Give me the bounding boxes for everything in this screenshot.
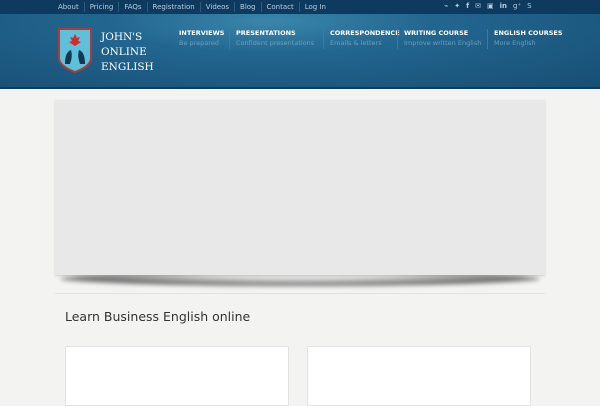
- nav-title: INTERVIEWS: [179, 29, 225, 37]
- link-blog[interactable]: Blog: [234, 2, 260, 12]
- skype-icon[interactable]: S: [527, 2, 531, 10]
- youtube-icon[interactable]: ▣: [487, 2, 494, 10]
- linkedin-icon[interactable]: in: [500, 2, 507, 10]
- nav-interviews[interactable]: INTERVIEWS Be prepared: [173, 29, 224, 49]
- twitter-icon[interactable]: ✦: [454, 2, 460, 10]
- social-links: ⌁ ✦ f ✉ ▣ in g⁺ S: [444, 2, 532, 10]
- section-title: Learn Business English online: [65, 309, 251, 324]
- link-login[interactable]: Log In: [298, 2, 331, 12]
- email-icon[interactable]: ✉: [475, 2, 481, 10]
- logo-line-1: JOHN'S: [101, 31, 143, 43]
- nav-subtitle: More English: [494, 39, 536, 47]
- nav-subtitle: Emails & letters: [330, 39, 382, 47]
- feature-card[interactable]: [65, 346, 289, 406]
- top-links: About Pricing FAQs Registration Videos B…: [58, 2, 331, 12]
- nav-title: CORRESPONDENCE: [330, 29, 400, 37]
- facebook-icon[interactable]: f: [466, 2, 469, 10]
- nav-title: PRESENTATIONS: [236, 29, 296, 37]
- logo-shield-icon[interactable]: [57, 26, 93, 74]
- image-slider[interactable]: [55, 100, 545, 275]
- nav-presentations[interactable]: PRESENTATIONS Confident presentations: [229, 29, 314, 49]
- link-about[interactable]: About: [58, 2, 84, 12]
- link-contact[interactable]: Contact: [260, 2, 299, 12]
- feature-card[interactable]: [307, 346, 531, 406]
- link-registration[interactable]: Registration: [146, 2, 200, 12]
- logo-line-2: ONLINE: [101, 46, 147, 58]
- nav-correspondence[interactable]: CORRESPONDENCE Emails & letters: [323, 29, 400, 49]
- link-pricing[interactable]: Pricing: [83, 2, 119, 12]
- rss-icon[interactable]: ⌁: [444, 2, 448, 10]
- nav-subtitle: Improve written English: [404, 39, 482, 47]
- link-faqs[interactable]: FAQs: [118, 2, 146, 12]
- google-plus-icon[interactable]: g⁺: [513, 2, 521, 10]
- header: JOHN'S ONLINE ENGLISH INTERVIEWS Be prep…: [0, 14, 600, 89]
- link-videos[interactable]: Videos: [199, 2, 234, 12]
- nav-subtitle: Confident presentations: [236, 39, 315, 47]
- nav-writing-course[interactable]: WRITING COURSE Improve written English: [397, 29, 481, 49]
- top-bar: About Pricing FAQs Registration Videos B…: [0, 0, 600, 14]
- nav-title: WRITING COURSE: [404, 29, 469, 37]
- nav-subtitle: Be prepared: [179, 39, 219, 47]
- logo-text[interactable]: JOHN'S ONLINE ENGLISH: [101, 30, 154, 75]
- nav-english-courses[interactable]: ENGLISH COURSES More English: [487, 29, 563, 49]
- logo-line-3: ENGLISH: [101, 61, 154, 73]
- nav-title: ENGLISH COURSES: [494, 29, 563, 37]
- divider: [55, 293, 545, 294]
